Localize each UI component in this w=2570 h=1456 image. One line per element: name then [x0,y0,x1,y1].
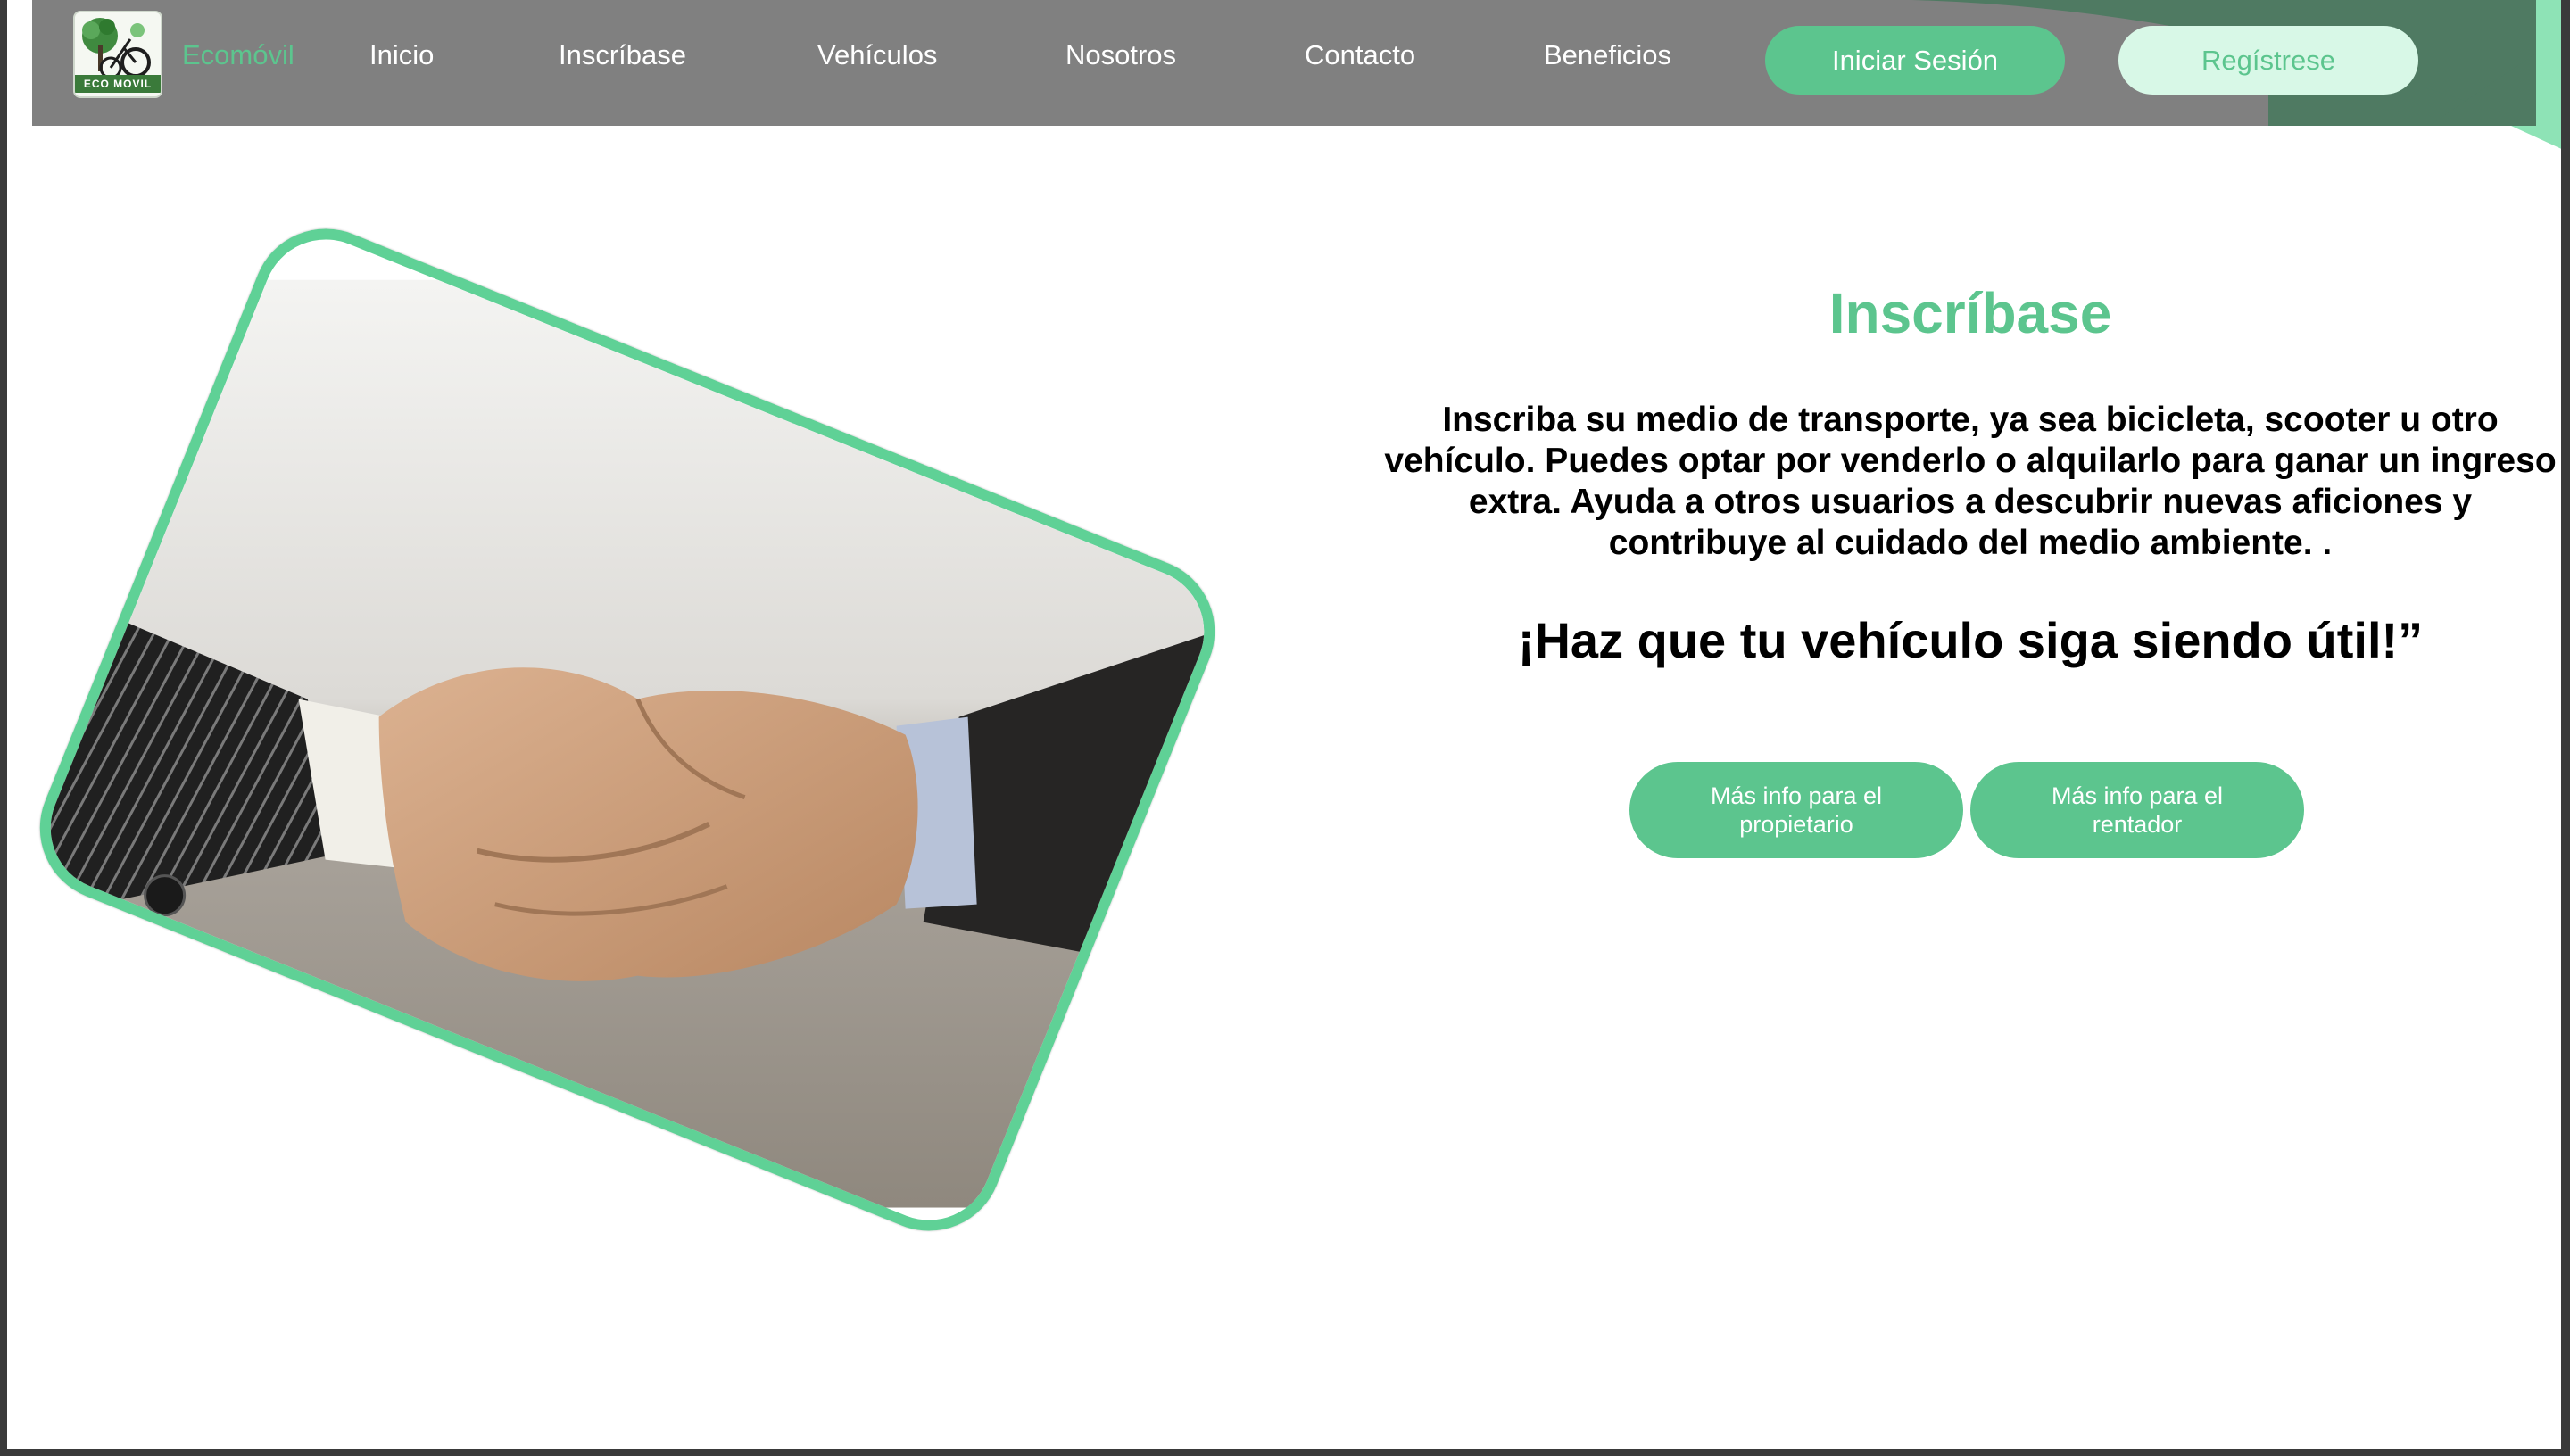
description-text: Inscriba su medio de transporte, ya sea … [1384,401,2557,562]
handshake-image [18,206,1237,1253]
nav-link-inicio[interactable]: Inicio [369,39,434,71]
brand-link[interactable]: Ecomóvil [182,39,294,71]
top-navbar: ECO MOVIL Ecomóvil Inicio Inscríbase Veh… [32,0,2536,126]
nav-link-inscribase[interactable]: Inscríbase [559,39,686,71]
logo-text: ECO MOVIL [75,75,161,93]
nav-link-nosotros[interactable]: Nosotros [1065,39,1176,71]
tagline-text: ¡Haz que tu vehículo siga siendo útil!” [1517,612,2424,668]
renter-info-button[interactable]: Más info para el rentador [1970,762,2304,858]
register-button[interactable]: Regístrese [2118,26,2418,95]
signup-info-section: Inscríbase Inscriba su medio de transpor… [1381,277,2559,671]
info-buttons: Más info para el propietario Más info pa… [1629,762,2304,858]
page-title: Inscríbase [1828,281,2112,345]
ecomovil-logo[interactable]: ECO MOVIL [73,11,162,98]
nav-link-contacto[interactable]: Contacto [1305,39,1415,71]
login-button[interactable]: Iniciar Sesión [1765,26,2065,95]
page-viewport: ECO MOVIL Ecomóvil Inicio Inscríbase Veh… [7,0,2561,1449]
nav-link-vehiculos[interactable]: Vehículos [817,39,937,71]
nav-link-beneficios[interactable]: Beneficios [1544,39,1671,71]
handshake-illustration [18,279,1237,1208]
owner-info-button[interactable]: Más info para el propietario [1629,762,1963,858]
